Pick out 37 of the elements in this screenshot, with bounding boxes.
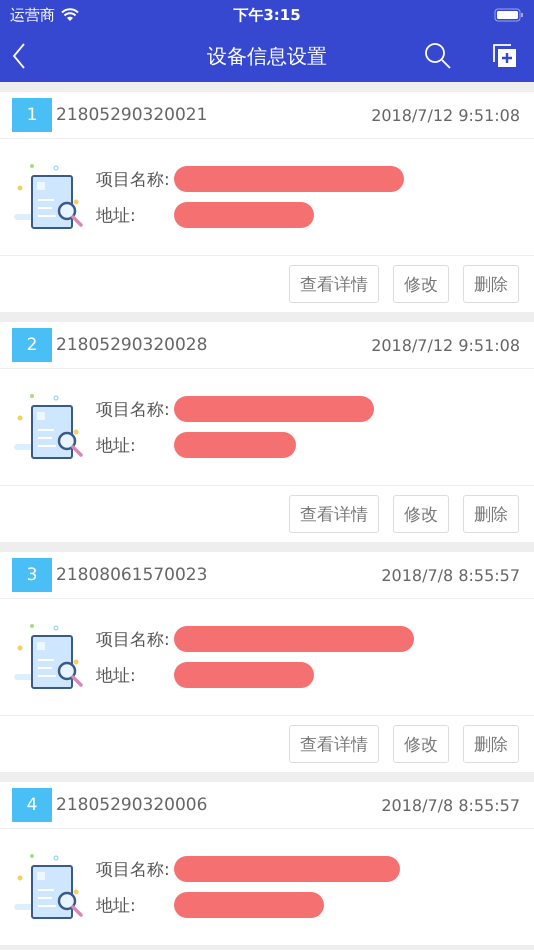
field-label: 项目名称: bbox=[96, 858, 171, 880]
clock-time: 下午3:15 bbox=[233, 6, 301, 24]
field-label: 地址: bbox=[96, 894, 137, 916]
field-label: 项目名称: bbox=[96, 398, 171, 420]
timestamp: 2018/7/12 9:51:08 bbox=[371, 336, 520, 354]
search-icon[interactable] bbox=[424, 42, 452, 70]
timestamp: 2018/7/12 9:51:08 bbox=[371, 106, 520, 124]
wifi-icon bbox=[61, 8, 79, 22]
index-badge: 3 bbox=[12, 558, 52, 592]
back-icon[interactable] bbox=[12, 43, 26, 69]
device-code: 21805290320028 bbox=[56, 335, 208, 355]
page-title: 设备信息设置 bbox=[207, 42, 327, 70]
carrier-name: 运营商 bbox=[10, 6, 55, 24]
device-code: 21805290320021 bbox=[56, 105, 208, 125]
add-icon[interactable] bbox=[492, 43, 518, 69]
action-button[interactable]: 删除 bbox=[463, 725, 519, 763]
device-code: 21805290320006 bbox=[56, 795, 208, 815]
action-button[interactable]: 修改 bbox=[393, 265, 449, 303]
field-label: 地址: bbox=[96, 664, 137, 686]
device-code: 21808061570023 bbox=[56, 565, 208, 585]
field-label: 项目名称: bbox=[96, 168, 171, 190]
action-button[interactable]: 查看详情 bbox=[289, 725, 379, 763]
action-button[interactable]: 查看详情 bbox=[289, 495, 379, 533]
field-label: 地址: bbox=[96, 434, 137, 456]
action-button[interactable]: 修改 bbox=[393, 495, 449, 533]
field-label: 地址: bbox=[96, 204, 137, 226]
action-button[interactable]: 查看详情 bbox=[289, 265, 379, 303]
timestamp: 2018/7/8 8:55:57 bbox=[381, 796, 520, 814]
action-button[interactable]: 删除 bbox=[463, 265, 519, 303]
timestamp: 2018/7/8 8:55:57 bbox=[381, 566, 520, 584]
battery-icon bbox=[494, 8, 524, 22]
index-badge: 4 bbox=[12, 788, 52, 822]
field-label: 项目名称: bbox=[96, 628, 171, 650]
action-button[interactable]: 删除 bbox=[463, 495, 519, 533]
index-badge: 2 bbox=[12, 328, 52, 362]
action-button[interactable]: 修改 bbox=[393, 725, 449, 763]
index-badge: 1 bbox=[12, 98, 52, 132]
